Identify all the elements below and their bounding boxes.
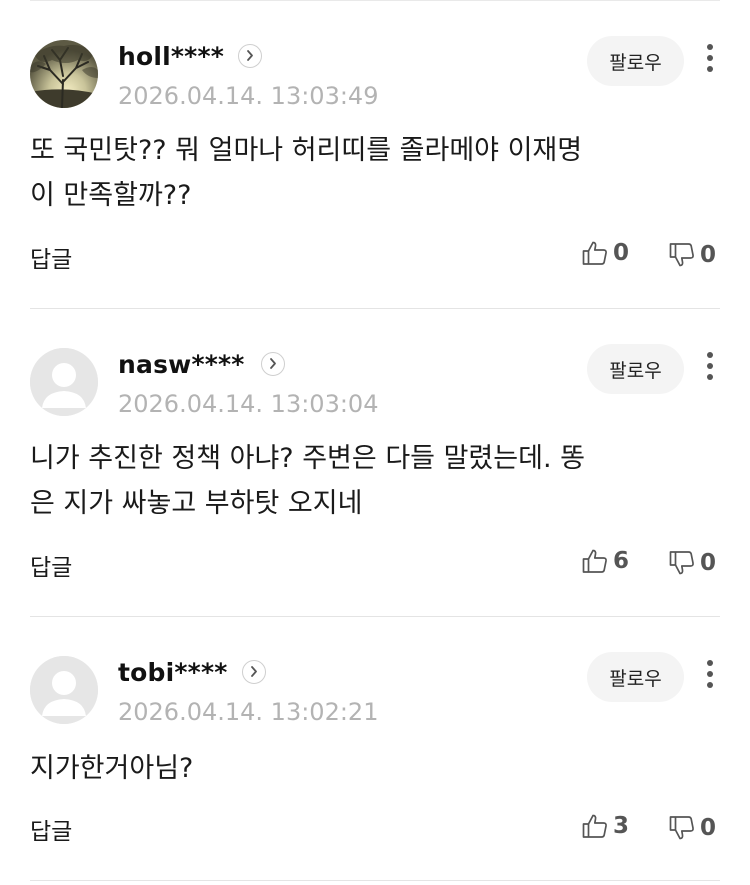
- avatar[interactable]: [30, 40, 98, 108]
- dislike-count: 0: [700, 815, 717, 841]
- like-button[interactable]: 3: [581, 812, 629, 840]
- dislike-button[interactable]: 0: [668, 241, 716, 269]
- chevron-right-icon[interactable]: [242, 660, 266, 684]
- user-silhouette-icon: [30, 348, 98, 416]
- comment-text: 지가한거아님?: [30, 746, 710, 791]
- follow-button[interactable]: 팔로우: [587, 36, 684, 86]
- user-silhouette-icon: [30, 656, 98, 724]
- thumbs-up-icon: [582, 241, 607, 265]
- comment-text: 또 국민탓?? 뭐 얼마나 허리띠를 졸라메야 이재명 이 만족할까??: [30, 128, 710, 218]
- dislike-button[interactable]: 0: [668, 814, 716, 842]
- comment-text-line: 니가 추진한 정책 아냐? 주변은 다들 말렸는데. 똥: [30, 443, 585, 474]
- comment-text-line: 이 만족할까??: [30, 180, 192, 211]
- like-button[interactable]: 6: [581, 547, 629, 575]
- follow-button[interactable]: 팔로우: [587, 344, 684, 394]
- thumbs-down-icon: [669, 551, 694, 575]
- like-count: 6: [613, 548, 630, 574]
- dislike-count: 0: [700, 242, 717, 268]
- avatar[interactable]: [30, 656, 98, 724]
- thumbs-up-icon: [582, 814, 607, 838]
- reply-button[interactable]: 답글: [30, 240, 72, 274]
- tree-photo-icon: [30, 40, 98, 108]
- thumbs-up-icon: [582, 549, 607, 573]
- thumbs-down-icon: [669, 243, 694, 267]
- comment-divider: [30, 880, 720, 881]
- more-vertical-icon[interactable]: [700, 660, 720, 700]
- comment-timestamp: 2026.04.14. 13:03:04: [118, 390, 379, 418]
- dislike-button[interactable]: 0: [668, 549, 716, 577]
- comment-divider: [30, 616, 720, 617]
- comment-text-line: 또 국민탓?? 뭐 얼마나 허리띠를 졸라메야 이재명: [30, 135, 583, 166]
- thumbs-down-icon: [669, 816, 694, 840]
- username[interactable]: holl****: [118, 42, 224, 71]
- chevron-right-icon[interactable]: [238, 44, 262, 68]
- chevron-right-icon[interactable]: [261, 352, 285, 376]
- username[interactable]: tobi****: [118, 658, 228, 687]
- comment-divider: [30, 308, 720, 309]
- username[interactable]: nasw****: [118, 350, 245, 379]
- comment-timestamp: 2026.04.14. 13:02:21: [118, 698, 379, 726]
- reply-button[interactable]: 답글: [30, 812, 72, 846]
- top-divider: [30, 0, 720, 1]
- like-button[interactable]: 0: [581, 239, 629, 267]
- reply-button[interactable]: 답글: [30, 548, 72, 582]
- comment-text: 니가 추진한 정책 아냐? 주변은 다들 말렸는데. 똥 은 지가 싸놓고 부하…: [30, 436, 710, 526]
- follow-button[interactable]: 팔로우: [587, 652, 684, 702]
- like-count: 3: [613, 813, 630, 839]
- more-vertical-icon[interactable]: [700, 44, 720, 84]
- comment-timestamp: 2026.04.14. 13:03:49: [118, 82, 379, 110]
- like-count: 0: [613, 240, 630, 266]
- comment-text-line: 은 지가 싸놓고 부하탓 오지네: [30, 488, 363, 519]
- more-vertical-icon[interactable]: [700, 352, 720, 392]
- dislike-count: 0: [700, 550, 717, 576]
- avatar[interactable]: [30, 348, 98, 416]
- comment-text-line: 지가한거아님?: [30, 753, 194, 784]
